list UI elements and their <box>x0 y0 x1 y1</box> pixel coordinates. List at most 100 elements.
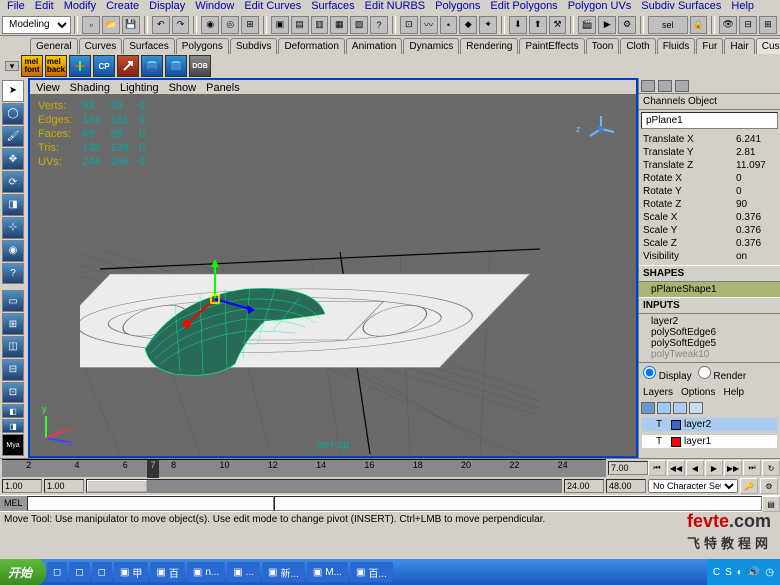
task-item[interactable]: ▣ n... <box>187 562 225 582</box>
layout3-icon[interactable]: ⊡ <box>2 382 24 404</box>
tray-icon[interactable]: ◷ <box>765 567 774 578</box>
last-tool[interactable]: ? <box>2 263 24 285</box>
layout2-icon[interactable]: ⊟ <box>2 359 24 381</box>
showhide1-icon[interactable]: 👁 <box>719 16 737 34</box>
tab-curves[interactable]: Curves <box>79 38 123 54</box>
anim-start-field[interactable] <box>2 479 42 493</box>
script-editor-button[interactable]: ▤ <box>762 496 780 512</box>
history-in-icon[interactable]: ⬇ <box>509 16 527 34</box>
layer-options-menu[interactable]: Options <box>681 387 715 398</box>
layer-row-layer2[interactable]: Tlayer2 <box>641 417 778 432</box>
step-fwd-button[interactable]: ▶▶ <box>724 460 742 476</box>
construction-icon[interactable]: ⚒ <box>549 16 567 34</box>
range-slider[interactable] <box>86 479 562 493</box>
cp-button[interactable]: CP <box>93 55 115 77</box>
mode-dropdown[interactable]: Modeling <box>2 16 71 34</box>
tab-fur[interactable]: Fur <box>696 38 723 54</box>
tab-animation[interactable]: Animation <box>346 38 402 54</box>
mel-front-button[interactable]: melfont <box>21 55 43 77</box>
move-tool[interactable]: ✥ <box>2 148 24 170</box>
tab-toon[interactable]: Toon <box>586 38 620 54</box>
view-compass[interactable]: z <box>586 114 616 144</box>
layer-btn3[interactable] <box>673 402 687 414</box>
mask3-icon[interactable]: ▥ <box>311 16 329 34</box>
select-hier-icon[interactable]: ◉ <box>201 16 219 34</box>
select-comp-icon[interactable]: ⊞ <box>241 16 259 34</box>
range-end-field[interactable] <box>564 479 604 493</box>
select-obj-icon[interactable]: ◎ <box>221 16 239 34</box>
maya-logo-icon[interactable]: Mya <box>2 434 24 456</box>
tab-custom[interactable]: Custom <box>756 38 780 54</box>
input-node[interactable]: polySoftEdge5 <box>651 338 768 349</box>
task-item[interactable]: ▣ 甲 <box>114 562 148 582</box>
layer-btn1[interactable] <box>641 402 655 414</box>
cross-icon[interactable] <box>69 55 91 77</box>
snap-plane-icon[interactable]: ◆ <box>459 16 477 34</box>
tray-icon[interactable]: S <box>725 567 732 578</box>
layer-help-menu[interactable]: Help <box>723 387 744 398</box>
snap-grid-icon[interactable]: ⊡ <box>400 16 418 34</box>
rotate-y-field[interactable]: 0 <box>736 186 776 197</box>
rotate-z-field[interactable]: 90 <box>736 199 776 210</box>
showhide3-icon[interactable]: ⊞ <box>759 16 777 34</box>
render-icon[interactable]: 🎬 <box>578 16 596 34</box>
main-menubar[interactable]: File Edit Modify Create Display Window E… <box>0 0 780 14</box>
current-frame-field[interactable] <box>608 461 648 475</box>
command-input[interactable] <box>27 496 274 511</box>
cmd-lang-label[interactable]: MEL <box>0 496 27 511</box>
mask5-icon[interactable]: ▧ <box>350 16 368 34</box>
task-item[interactable]: ▣ ... <box>227 562 260 582</box>
sel-lock-icon[interactable]: 🔒 <box>690 16 708 34</box>
shelf-menu-icon[interactable]: ▾ <box>5 61 19 71</box>
dob-button[interactable]: DOB <box>189 55 211 77</box>
rotate-tool[interactable]: ⟳ <box>2 171 24 193</box>
history-out-icon[interactable]: ⬆ <box>529 16 547 34</box>
scale-z-field[interactable]: 0.376 <box>736 238 776 249</box>
menu-surfaces[interactable]: Surfaces <box>306 0 359 14</box>
goto-end-button[interactable]: ⏭ <box>743 460 761 476</box>
soft-tool[interactable]: ◉ <box>2 240 24 262</box>
quick2-icon[interactable]: ◻ <box>69 562 89 582</box>
select-tool[interactable]: ➤ <box>2 80 24 102</box>
mask6-icon[interactable]: ? <box>370 16 388 34</box>
tab-surfaces[interactable]: Surfaces <box>123 38 174 54</box>
four-view-icon[interactable]: ⊞ <box>2 313 24 335</box>
tray-icon[interactable]: 🔊 <box>748 567 760 578</box>
single-view-icon[interactable]: ▭ <box>2 290 24 312</box>
menu-polygonuvs[interactable]: Polygon UVs <box>563 0 637 14</box>
quick1-icon[interactable]: ◻ <box>47 562 67 582</box>
mel-back-button[interactable]: melback <box>45 55 67 77</box>
menu-help[interactable]: Help <box>726 0 759 14</box>
rotate-x-field[interactable]: 0 <box>736 173 776 184</box>
layout4-icon[interactable]: ◧ <box>2 404 24 418</box>
snap-curve-icon[interactable]: 〰 <box>420 16 438 34</box>
lasso-tool[interactable]: ◯ <box>2 103 24 125</box>
ipr-icon[interactable]: ▶ <box>598 16 616 34</box>
mask2-icon[interactable]: ▤ <box>291 16 309 34</box>
menu-edit[interactable]: Edit <box>30 0 59 14</box>
loop-button[interactable]: ↻ <box>762 460 780 476</box>
current-frame-marker[interactable]: 7 <box>147 460 159 478</box>
mask1-icon[interactable]: ▣ <box>271 16 289 34</box>
open-scene-icon[interactable]: 📂 <box>102 16 120 34</box>
vpmenu-lighting[interactable]: Lighting <box>120 82 159 92</box>
render-globals-icon[interactable]: ⚙ <box>618 16 636 34</box>
snap-point-icon[interactable]: • <box>440 16 458 34</box>
undo-icon[interactable]: ↶ <box>152 16 170 34</box>
character-set-dropdown[interactable]: No Character Set <box>648 479 738 493</box>
menu-file[interactable]: File <box>2 0 30 14</box>
vpmenu-shading[interactable]: Shading <box>70 82 110 92</box>
tab-cloth[interactable]: Cloth <box>620 38 655 54</box>
play-back-button[interactable]: ◀ <box>686 460 704 476</box>
showhide2-icon[interactable]: ⊟ <box>739 16 757 34</box>
play-fwd-button[interactable]: ▶ <box>705 460 723 476</box>
vpmenu-panels[interactable]: Panels <box>206 82 240 92</box>
tab-general[interactable]: General <box>30 38 78 54</box>
tray-icon[interactable]: C <box>713 567 720 578</box>
time-slider[interactable]: 2 4 6 7 8 10 12 14 16 18 20 22 24 <box>2 459 606 477</box>
task-item[interactable]: ▣ 百 <box>150 562 184 582</box>
cylinder1-icon[interactable] <box>141 55 163 77</box>
menu-editpolygons[interactable]: Edit Polygons <box>485 0 562 14</box>
manip-tool[interactable]: ⊹ <box>2 217 24 239</box>
tab-hair[interactable]: Hair <box>724 38 754 54</box>
